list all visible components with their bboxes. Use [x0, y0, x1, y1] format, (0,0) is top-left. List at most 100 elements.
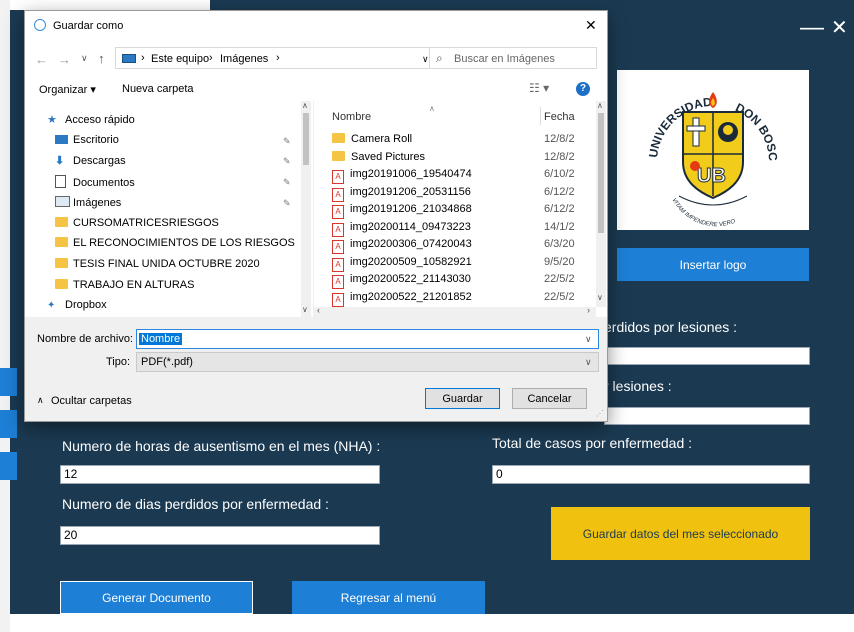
file-row[interactable]: Aimg20200522_21143030	[332, 273, 471, 289]
folder-icon	[55, 257, 71, 270]
breadcrumb-sep-2: ›	[209, 52, 213, 64]
file-row[interactable]: Camera Roll	[332, 133, 412, 145]
star-icon: ★	[47, 114, 57, 126]
nha-field[interactable]: 12	[60, 465, 380, 484]
scroll-right-icon[interactable]: ›	[587, 305, 590, 315]
scroll-up-icon[interactable]: ∧	[302, 101, 308, 110]
nav-item[interactable]: EL RECONOCIMIENTOS DE LOS RIESGOS	[55, 237, 295, 249]
breadcrumb-sep-1: ›	[141, 52, 145, 64]
file-name: Camera Roll	[351, 133, 413, 145]
save-button[interactable]: Guardar	[425, 388, 500, 409]
cases-injuries-label: r lesiones :	[604, 378, 672, 394]
column-header-name[interactable]: Nombre	[332, 111, 371, 123]
save-month-data-button[interactable]: Guardar datos del mes seleccionado	[551, 507, 810, 560]
file-row[interactable]: Saved Pictures	[332, 150, 425, 163]
scroll-down-icon[interactable]: ∨	[597, 293, 603, 302]
file-row[interactable]: Aimg20200306_07420043	[332, 238, 472, 254]
breadcrumb-item[interactable]: Imágenes	[220, 53, 268, 65]
resize-grip-icon[interactable]: ⋰	[596, 409, 604, 418]
new-folder-button[interactable]: Nueva carpeta	[122, 83, 194, 95]
filename-input[interactable]: Nombre ∨	[136, 329, 599, 349]
scroll-down-icon[interactable]: ∨	[302, 305, 308, 314]
folder-icon	[55, 216, 71, 229]
nav-item[interactable]: Documentos	[55, 175, 135, 189]
nav-scrollbar[interactable]: ∧ ∨	[301, 101, 311, 317]
days-lost-injuries-label: erdidos por lesiones :	[604, 319, 738, 335]
up-arrow-icon[interactable]: ↑	[98, 51, 105, 66]
hide-folders-button[interactable]: Ocultar carpetas	[51, 395, 132, 407]
pdf-file-icon: A	[332, 292, 344, 307]
address-dropdown-icon[interactable]: ∨	[422, 54, 429, 65]
folder-icon	[55, 237, 71, 249]
file-date: 6/10/2	[544, 168, 575, 180]
filename-label: Nombre de archivo:	[37, 333, 133, 345]
forward-arrow-icon[interactable]: →	[58, 52, 71, 67]
file-date: 6/3/20	[544, 238, 575, 250]
pdf-file-icon: A	[332, 170, 344, 184]
nav-item[interactable]: CURSOMATRICESRIESGOS	[55, 216, 219, 229]
file-date: 6/12/2	[544, 185, 575, 198]
close-app-button[interactable]: ✕	[831, 16, 848, 40]
breadcrumb-item[interactable]: Este equipo	[151, 53, 209, 65]
file-row[interactable]: Aimg20191206_21034868	[332, 203, 472, 219]
column-header-date[interactable]: Fecha	[544, 111, 575, 123]
nav-item[interactable]: TRABAJO EN ALTURAS	[55, 278, 195, 291]
file-row[interactable]: Aimg20191206_20531156	[332, 186, 471, 202]
nav-item-label: Escritorio	[73, 133, 119, 146]
logo-box: UNIVERSIDAD DON BOSCO VITAM IMPENDERE VE…	[612, 59, 809, 230]
nav-item[interactable]: ✦ Dropbox	[47, 299, 107, 311]
filename-dropdown-icon[interactable]: ∨	[585, 334, 592, 345]
nav-item[interactable]: Imágenes	[55, 195, 121, 209]
pdf-file-icon: A	[332, 187, 344, 202]
file-name: img20191206_20531156	[350, 185, 471, 198]
nav-scroll-thumb[interactable]	[303, 113, 309, 165]
breadcrumb[interactable]: › Este equipo › Imágenes › ∨ ↻	[115, 47, 473, 69]
cancel-button[interactable]: Cancelar	[512, 388, 587, 409]
file-row[interactable]: Aimg20200522_21201852	[332, 291, 472, 307]
nav-item[interactable]: ⬇ Descargas	[55, 154, 126, 167]
view-options-icon[interactable]: ☷ ▾	[529, 81, 549, 95]
file-row[interactable]: Aimg20200114_09473223	[332, 221, 471, 237]
back-arrow-icon[interactable]: ←	[35, 52, 48, 67]
left-window-strip	[0, 0, 10, 632]
left-side-button-1[interactable]	[0, 368, 17, 396]
file-date: 14/1/2	[544, 220, 575, 233]
nav-item[interactable]: ★ Acceso rápido	[47, 113, 135, 126]
dialog-close-button[interactable]: ✕	[585, 17, 597, 34]
back-to-menu-button[interactable]: Regresar al menú	[292, 581, 485, 614]
recent-chevron-icon[interactable]: ∨	[81, 53, 88, 64]
file-scrollbar[interactable]: ∧ ∨	[596, 101, 606, 307]
nav-item[interactable]: Escritorio	[55, 134, 119, 146]
total-cases-illness-field[interactable]: 0	[492, 465, 810, 484]
nav-item[interactable]: TESIS FINAL UNIDA OCTUBRE 2020	[55, 257, 260, 270]
scroll-left-icon[interactable]: ‹	[317, 305, 320, 315]
scroll-up-icon[interactable]: ∧	[597, 101, 603, 110]
pin-icon: ✎	[283, 156, 291, 167]
filetype-dropdown-icon[interactable]: ∨	[585, 357, 592, 368]
file-date: 22/5/2	[544, 273, 575, 285]
pin-icon: ✎	[283, 197, 291, 208]
file-hscrollbar[interactable]: ‹ ›	[314, 305, 596, 317]
left-side-button-2[interactable]	[0, 410, 17, 438]
organize-menu[interactable]: Organizar ▾	[39, 83, 96, 96]
file-scroll-thumb[interactable]	[598, 113, 604, 233]
total-cases-illness-label: Total de casos por enfermedad :	[492, 435, 693, 451]
left-side-button-3[interactable]	[0, 452, 17, 480]
days-lost-illness-field[interactable]: 20	[60, 526, 380, 545]
minimize-button[interactable]: —	[800, 16, 824, 40]
filetype-select[interactable]: PDF(*.pdf) ∨	[136, 352, 599, 372]
help-icon[interactable]: ?	[576, 82, 590, 96]
generate-document-button[interactable]: Generar Documento	[60, 581, 253, 614]
breadcrumb-sep-3: ›	[276, 52, 280, 64]
search-box[interactable]: ⌕ Buscar en Imágenes	[429, 47, 597, 69]
file-date: 12/8/2	[544, 133, 575, 145]
insert-logo-button[interactable]: Insertar logo	[617, 248, 809, 281]
file-row[interactable]: Aimg20200509_10582921	[332, 256, 472, 272]
filetype-label: Tipo:	[106, 356, 131, 368]
days-lost-injuries-field[interactable]	[604, 347, 810, 365]
cases-injuries-field[interactable]	[604, 407, 810, 425]
file-row[interactable]: Aimg20191006_19540474	[332, 168, 472, 184]
pdf-file-icon: A	[332, 275, 344, 289]
nav-item-label: TRABAJO EN ALTURAS	[73, 278, 195, 291]
collapse-chevron-icon[interactable]: ∧	[37, 395, 44, 406]
